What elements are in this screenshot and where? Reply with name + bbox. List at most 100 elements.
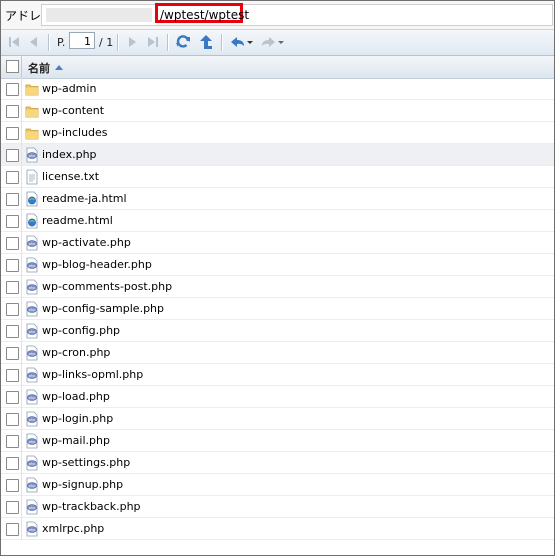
file-name[interactable]: wp-settings.php <box>42 456 130 469</box>
file-name[interactable]: wp-admin <box>42 82 96 95</box>
row-checkbox[interactable] <box>6 281 19 294</box>
column-divider <box>21 78 22 100</box>
file-name[interactable]: wp-blog-header.php <box>42 258 152 271</box>
file-name[interactable]: wp-trackback.php <box>42 500 141 513</box>
file-row[interactable]: php xmlrpc.php <box>1 518 554 540</box>
toolbar-divider <box>48 34 50 51</box>
row-checkbox[interactable] <box>6 479 19 492</box>
column-divider <box>21 364 22 386</box>
row-checkbox[interactable] <box>6 215 19 228</box>
refresh-icon[interactable] <box>175 34 191 50</box>
file-name[interactable]: index.php <box>42 148 97 161</box>
row-checkbox[interactable] <box>6 259 19 272</box>
file-name[interactable]: license.txt <box>42 170 99 183</box>
prev-page-icon[interactable] <box>27 34 41 50</box>
row-checkbox[interactable] <box>6 435 19 448</box>
row-checkbox[interactable] <box>6 501 19 514</box>
up-folder-icon[interactable] <box>198 34 214 50</box>
file-name[interactable]: wp-config.php <box>42 324 120 337</box>
address-bar: アドレス: /wptest/wptest <box>1 1 554 30</box>
folder-icon <box>25 125 39 141</box>
address-field[interactable]: /wptest/wptest <box>41 3 553 26</box>
undo-menu-icon[interactable] <box>228 34 254 50</box>
file-row[interactable]: php wp-mail.php <box>1 430 554 452</box>
column-divider <box>21 56 22 78</box>
file-name[interactable]: wp-signup.php <box>42 478 123 491</box>
file-row[interactable]: wp-admin <box>1 78 554 100</box>
php-file-icon: php <box>25 257 39 273</box>
row-checkbox[interactable] <box>6 237 19 250</box>
row-checkbox[interactable] <box>6 105 19 118</box>
column-divider <box>21 342 22 364</box>
file-name[interactable]: wp-comments-post.php <box>42 280 172 293</box>
last-page-icon[interactable] <box>146 34 160 50</box>
page-number-input[interactable]: 1 <box>69 32 95 49</box>
file-name[interactable]: wp-load.php <box>42 390 110 403</box>
svg-text:php: php <box>29 462 37 466</box>
row-checkbox[interactable] <box>6 523 19 536</box>
php-file-icon: php <box>25 433 39 449</box>
svg-text:php: php <box>29 330 37 334</box>
first-page-icon[interactable] <box>7 34 21 50</box>
file-row[interactable]: license.txt <box>1 166 554 188</box>
file-name[interactable]: wp-includes <box>42 126 108 139</box>
next-page-icon[interactable] <box>125 34 139 50</box>
row-checkbox[interactable] <box>6 127 19 140</box>
file-row[interactable]: php wp-settings.php <box>1 452 554 474</box>
row-checkbox[interactable] <box>6 171 19 184</box>
select-all-checkbox[interactable] <box>6 60 19 73</box>
column-divider <box>21 188 22 210</box>
file-row[interactable]: php wp-blog-header.php <box>1 254 554 276</box>
file-row[interactable]: wp-includes <box>1 122 554 144</box>
column-divider <box>21 452 22 474</box>
file-row[interactable]: php wp-trackback.php <box>1 496 554 518</box>
row-checkbox[interactable] <box>6 391 19 404</box>
row-checkbox[interactable] <box>6 369 19 382</box>
row-checkbox[interactable] <box>6 325 19 338</box>
column-divider <box>21 166 22 188</box>
file-row[interactable]: php wp-config.php <box>1 320 554 342</box>
svg-text:php: php <box>29 374 37 378</box>
file-name[interactable]: readme.html <box>42 214 113 227</box>
column-divider <box>21 430 22 452</box>
file-name[interactable]: wp-content <box>42 104 104 117</box>
file-name[interactable]: wp-login.php <box>42 412 113 425</box>
row-checkbox[interactable] <box>6 193 19 206</box>
row-checkbox[interactable] <box>6 303 19 316</box>
file-row[interactable]: php wp-activate.php <box>1 232 554 254</box>
file-name[interactable]: wp-config-sample.php <box>42 302 164 315</box>
file-row[interactable]: php wp-signup.php <box>1 474 554 496</box>
file-row[interactable]: php index.php <box>1 144 554 166</box>
file-row[interactable]: php wp-comments-post.php <box>1 276 554 298</box>
row-checkbox[interactable] <box>6 83 19 96</box>
php-file-icon: php <box>25 455 39 471</box>
file-row[interactable]: php wp-load.php <box>1 386 554 408</box>
svg-text:php: php <box>29 440 37 444</box>
svg-text:php: php <box>29 264 37 268</box>
name-column-header[interactable]: 名前 <box>28 60 50 76</box>
php-file-icon: php <box>25 477 39 493</box>
file-row[interactable]: readme.html <box>1 210 554 232</box>
svg-text:php: php <box>29 528 37 532</box>
row-checkbox[interactable] <box>6 149 19 162</box>
file-list: wp-admin wp-content wp-includes php index.ph… <box>1 78 554 540</box>
svg-text:php: php <box>29 352 37 356</box>
file-name[interactable]: wp-mail.php <box>42 434 110 447</box>
row-checkbox[interactable] <box>6 413 19 426</box>
file-row[interactable]: php wp-config-sample.php <box>1 298 554 320</box>
redo-menu-icon[interactable] <box>259 34 285 50</box>
row-checkbox[interactable] <box>6 457 19 470</box>
row-checkbox[interactable] <box>6 347 19 360</box>
file-row[interactable]: php wp-cron.php <box>1 342 554 364</box>
file-row[interactable]: php wp-login.php <box>1 408 554 430</box>
column-divider <box>21 100 22 122</box>
file-row[interactable]: wp-content <box>1 100 554 122</box>
file-name[interactable]: wp-links-opml.php <box>42 368 143 381</box>
file-row[interactable]: readme-ja.html <box>1 188 554 210</box>
file-name[interactable]: wp-cron.php <box>42 346 110 359</box>
file-name[interactable]: readme-ja.html <box>42 192 127 205</box>
php-file-icon: php <box>25 323 39 339</box>
file-name[interactable]: wp-activate.php <box>42 236 131 249</box>
file-name[interactable]: xmlrpc.php <box>42 522 104 535</box>
file-row[interactable]: php wp-links-opml.php <box>1 364 554 386</box>
